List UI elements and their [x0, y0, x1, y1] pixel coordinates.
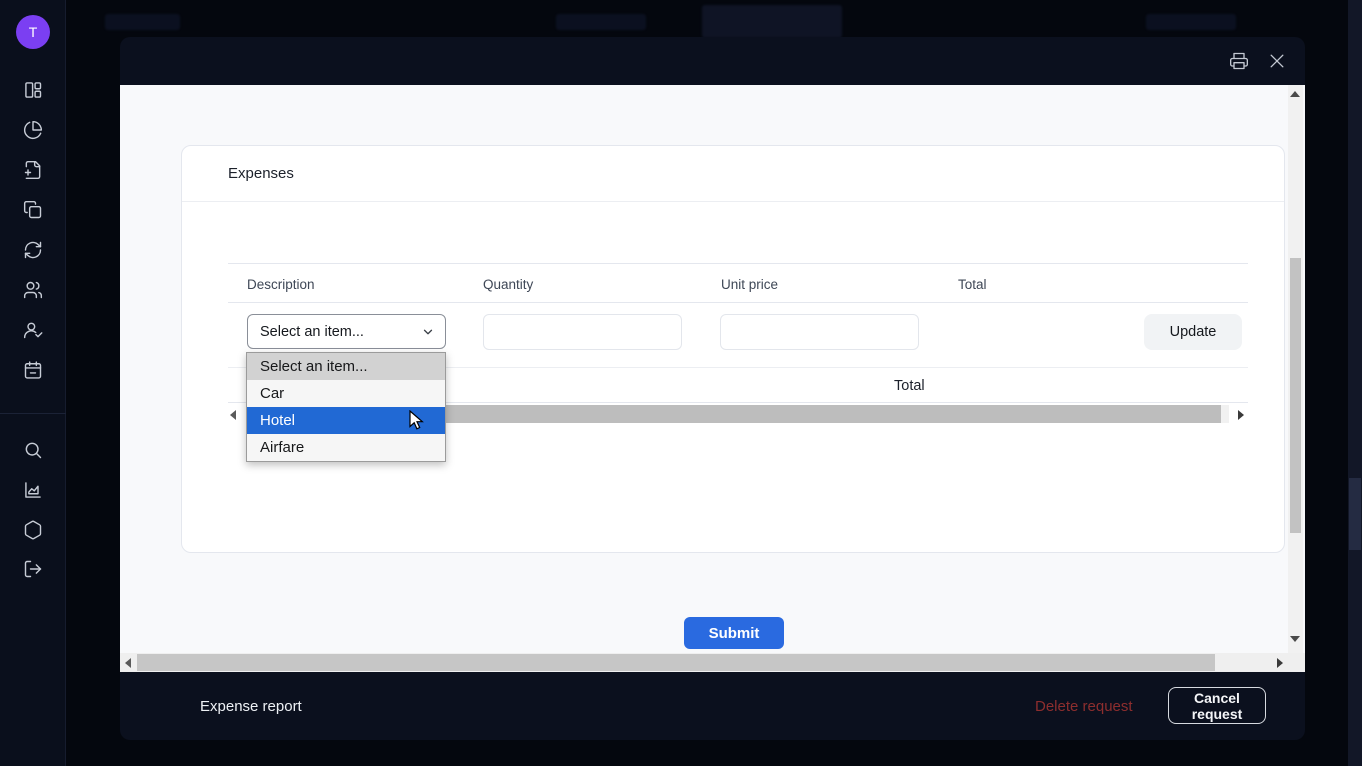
scroll-left-arrow-icon[interactable] — [125, 658, 131, 668]
search-icon — [23, 440, 43, 460]
print-icon — [1229, 51, 1249, 71]
scroll-right-arrow-icon[interactable] — [1238, 410, 1244, 420]
copy-icon — [23, 200, 43, 220]
sidebar-item-approvals[interactable] — [23, 320, 43, 340]
users-icon — [23, 280, 43, 300]
dropdown-option-airfare[interactable]: Airfare — [247, 434, 445, 461]
delete-request-button[interactable]: Delete request — [1035, 672, 1133, 740]
modal-footer: Expense report Delete request Cancel req… — [120, 672, 1305, 740]
background-scrollbar — [1348, 0, 1362, 766]
unit-price-input[interactable] — [720, 314, 919, 350]
background-remnant — [105, 14, 180, 30]
hexagon-icon — [23, 520, 43, 540]
sidebar-item-analytics[interactable] — [23, 480, 43, 500]
dashboard-icon — [23, 80, 43, 100]
refresh-icon — [23, 240, 43, 260]
scroll-left-arrow-icon[interactable] — [230, 410, 236, 420]
sidebar-item-modules[interactable] — [23, 520, 43, 540]
sidebar-item-new-document[interactable] — [23, 160, 43, 180]
sidebar-item-search[interactable] — [23, 440, 43, 460]
modal-horizontal-scrollbar — [120, 653, 1305, 672]
scrollbar-thumb[interactable] — [137, 654, 1215, 671]
logout-icon — [23, 559, 43, 579]
sidebar-item-logout[interactable] — [23, 559, 43, 579]
sidebar-item-documents[interactable] — [23, 200, 43, 220]
scroll-right-arrow-icon[interactable] — [1277, 658, 1283, 668]
dropdown-option-select-an-item[interactable]: Select an item... — [247, 353, 445, 380]
chevron-down-icon — [421, 325, 435, 339]
sidebar-item-sync[interactable] — [23, 240, 43, 260]
sidebar-item-calendar[interactable] — [23, 360, 43, 380]
background-scrollbar-thumb — [1349, 478, 1361, 550]
total-label: Total — [894, 368, 925, 404]
sidebar-divider — [0, 413, 66, 414]
sidebar: T — [0, 0, 66, 766]
background-remnant — [702, 5, 842, 38]
background-remnant — [556, 14, 646, 30]
column-header-unit-price: Unit price — [721, 264, 778, 304]
description-select[interactable]: Select an item... — [247, 314, 446, 349]
user-check-icon — [23, 320, 43, 340]
print-button[interactable] — [1229, 51, 1249, 71]
modal-header — [120, 37, 1305, 85]
column-header-description: Description — [247, 264, 315, 304]
sidebar-item-reports[interactable] — [23, 120, 43, 140]
column-header-quantity: Quantity — [483, 264, 533, 304]
expenses-card: Expenses Description Quantity Unit price… — [181, 145, 1285, 553]
close-button[interactable] — [1267, 51, 1287, 71]
file-plus-icon — [23, 160, 43, 180]
card-title: Expenses — [228, 146, 294, 201]
app-root: T — [0, 0, 1362, 766]
dropdown-option-car[interactable]: Car — [247, 380, 445, 407]
calendar-icon — [23, 360, 43, 380]
dropdown-option-hotel[interactable]: Hotel — [247, 407, 445, 434]
avatar-initial: T — [29, 24, 38, 40]
column-header-total: Total — [958, 264, 987, 304]
modal-vertical-scrollbar — [1288, 85, 1303, 653]
close-icon — [1267, 51, 1287, 71]
scroll-down-arrow-icon[interactable] — [1290, 636, 1300, 642]
scroll-up-arrow-icon[interactable] — [1290, 91, 1300, 97]
scrollbar-thumb[interactable] — [1290, 258, 1301, 533]
modal-title: Expense report — [200, 672, 302, 740]
sidebar-item-dashboard[interactable] — [23, 80, 43, 100]
quantity-input[interactable] — [483, 314, 682, 350]
sidebar-item-users[interactable] — [23, 280, 43, 300]
background-remnant — [1146, 14, 1236, 30]
submit-button[interactable]: Submit — [684, 617, 784, 649]
modal-content: Expenses Description Quantity Unit price… — [120, 85, 1305, 653]
area-chart-icon — [23, 480, 43, 500]
card-divider — [182, 201, 1284, 202]
cancel-request-button[interactable]: Cancel request — [1168, 687, 1266, 724]
table-header-row: Description Quantity Unit price Total — [228, 263, 1248, 303]
description-select-value: Select an item... — [260, 324, 421, 340]
pie-chart-icon — [23, 120, 43, 140]
description-dropdown-list: Select an item... Car Hotel Airfare — [246, 352, 446, 462]
user-avatar[interactable]: T — [16, 15, 50, 49]
update-button[interactable]: Update — [1144, 314, 1242, 350]
